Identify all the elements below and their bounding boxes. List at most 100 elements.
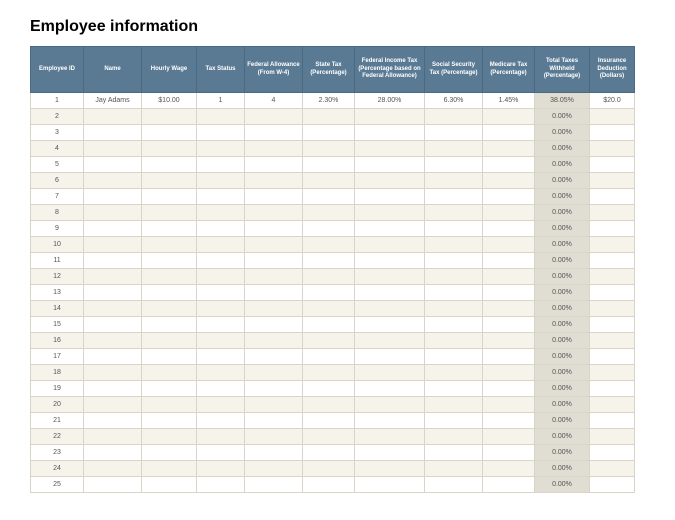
- cell-med: [483, 173, 535, 189]
- cell-ins: [590, 141, 635, 157]
- cell-id: 4: [31, 141, 84, 157]
- cell-fed: [355, 141, 425, 157]
- cell-fed: [355, 317, 425, 333]
- table-row: 60.00%: [31, 173, 635, 189]
- cell-status: [197, 109, 245, 125]
- cell-id: 19: [31, 381, 84, 397]
- cell-id: 1: [31, 93, 84, 109]
- cell-total: 0.00%: [535, 413, 590, 429]
- cell-ins: [590, 317, 635, 333]
- cell-med: [483, 461, 535, 477]
- cell-med: [483, 205, 535, 221]
- cell-med: [483, 333, 535, 349]
- cell-state: [303, 221, 355, 237]
- cell-name: [84, 333, 142, 349]
- cell-state: [303, 253, 355, 269]
- cell-fed: [355, 461, 425, 477]
- cell-med: [483, 413, 535, 429]
- cell-ins: [590, 365, 635, 381]
- cell-id: 24: [31, 461, 84, 477]
- cell-ss: [425, 141, 483, 157]
- table-row: 100.00%: [31, 237, 635, 253]
- cell-allow: [245, 477, 303, 493]
- cell-state: [303, 125, 355, 141]
- cell-fed: [355, 381, 425, 397]
- cell-ss: [425, 253, 483, 269]
- cell-total: 0.00%: [535, 317, 590, 333]
- cell-total: 0.00%: [535, 461, 590, 477]
- cell-ss: [425, 221, 483, 237]
- cell-allow: [245, 125, 303, 141]
- cell-wage: [142, 429, 197, 445]
- cell-allow: [245, 381, 303, 397]
- table-row: 120.00%: [31, 269, 635, 285]
- cell-ins: [590, 397, 635, 413]
- cell-ss: [425, 189, 483, 205]
- cell-allow: [245, 317, 303, 333]
- cell-ss: [425, 429, 483, 445]
- cell-fed: [355, 285, 425, 301]
- cell-id: 20: [31, 397, 84, 413]
- cell-status: [197, 141, 245, 157]
- cell-id: 2: [31, 109, 84, 125]
- employee-table-container: Employee ID Name Hourly Wage Tax Status …: [30, 46, 675, 493]
- cell-med: [483, 269, 535, 285]
- cell-name: [84, 317, 142, 333]
- col-name: Name: [84, 47, 142, 93]
- cell-wage: [142, 109, 197, 125]
- cell-id: 17: [31, 349, 84, 365]
- cell-name: [84, 205, 142, 221]
- cell-fed: [355, 349, 425, 365]
- cell-name: [84, 173, 142, 189]
- cell-wage: [142, 413, 197, 429]
- cell-med: [483, 317, 535, 333]
- cell-name: [84, 269, 142, 285]
- cell-fed: [355, 125, 425, 141]
- cell-status: [197, 349, 245, 365]
- cell-state: [303, 445, 355, 461]
- cell-allow: 4: [245, 93, 303, 109]
- table-row: 40.00%: [31, 141, 635, 157]
- cell-name: [84, 365, 142, 381]
- cell-fed: 28.00%: [355, 93, 425, 109]
- col-state-tax: State Tax (Percentage): [303, 47, 355, 93]
- cell-total: 0.00%: [535, 285, 590, 301]
- cell-id: 7: [31, 189, 84, 205]
- cell-state: [303, 413, 355, 429]
- cell-fed: [355, 205, 425, 221]
- header-row: Employee ID Name Hourly Wage Tax Status …: [31, 47, 635, 93]
- cell-fed: [355, 445, 425, 461]
- cell-wage: [142, 237, 197, 253]
- cell-ins: [590, 477, 635, 493]
- cell-ins: [590, 125, 635, 141]
- cell-state: [303, 173, 355, 189]
- cell-wage: [142, 381, 197, 397]
- cell-wage: [142, 461, 197, 477]
- col-medicare-tax: Medicare Tax (Percentage): [483, 47, 535, 93]
- cell-ins: [590, 333, 635, 349]
- cell-status: [197, 221, 245, 237]
- cell-ss: [425, 397, 483, 413]
- cell-ins: [590, 429, 635, 445]
- cell-fed: [355, 365, 425, 381]
- cell-state: [303, 365, 355, 381]
- cell-med: [483, 429, 535, 445]
- table-row: 170.00%: [31, 349, 635, 365]
- cell-ss: 6.30%: [425, 93, 483, 109]
- cell-total: 0.00%: [535, 397, 590, 413]
- cell-ss: [425, 125, 483, 141]
- cell-total: 0.00%: [535, 221, 590, 237]
- cell-allow: [245, 189, 303, 205]
- cell-state: [303, 333, 355, 349]
- cell-ins: [590, 285, 635, 301]
- cell-status: [197, 429, 245, 445]
- cell-ss: [425, 365, 483, 381]
- cell-ins: [590, 381, 635, 397]
- cell-wage: [142, 125, 197, 141]
- table-row: 30.00%: [31, 125, 635, 141]
- cell-med: [483, 365, 535, 381]
- cell-total: 0.00%: [535, 237, 590, 253]
- cell-status: [197, 413, 245, 429]
- cell-status: [197, 381, 245, 397]
- cell-id: 21: [31, 413, 84, 429]
